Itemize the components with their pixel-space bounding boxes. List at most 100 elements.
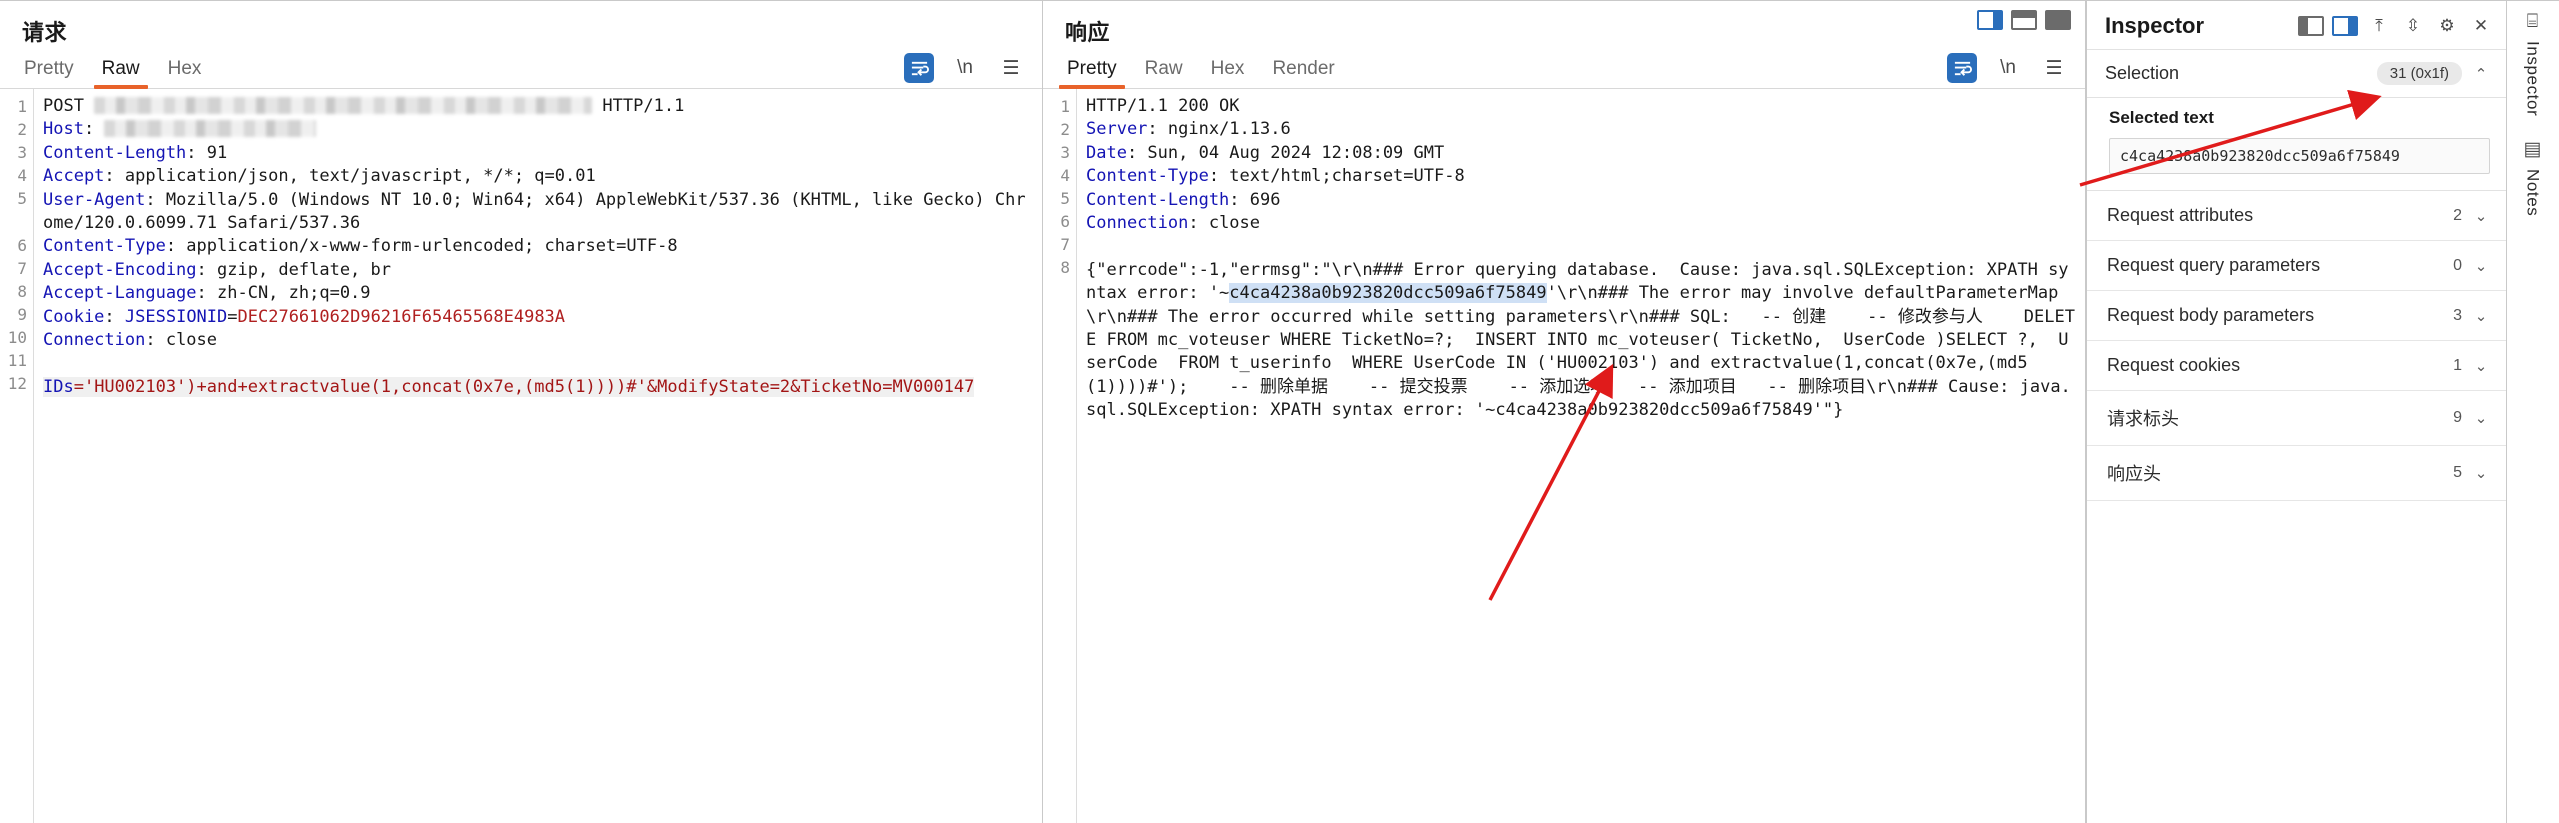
code-line: Content-Type: text/html;charset=UTF-8 xyxy=(1086,165,2077,188)
request-line-numbers: 123456789101112 xyxy=(0,89,34,823)
selected-text-title: Selected text xyxy=(2109,108,2490,128)
response-newline-icon[interactable]: \n xyxy=(1993,53,2023,83)
inspector-layout-right-icon[interactable] xyxy=(2332,16,2358,36)
request-editor[interactable]: 123456789101112 POST HTTP/1.1Host: Conte… xyxy=(0,89,1042,823)
line-number: 2 xyxy=(0,118,27,141)
code-line xyxy=(43,352,1034,375)
chevron-down-icon[interactable]: ⌄ xyxy=(2472,207,2490,225)
line-number: 1 xyxy=(1043,95,1070,118)
inspector-title: Inspector xyxy=(2105,13,2204,39)
chevron-down-icon[interactable]: ⌄ xyxy=(2472,409,2490,427)
line-number: 4 xyxy=(1043,164,1070,187)
vtab-inspector-label: Inspector xyxy=(2523,41,2543,116)
line-number: 9 xyxy=(0,303,27,326)
request-tabbar: Pretty Raw Hex \n ☰ xyxy=(0,51,1042,89)
inspector-row-label: Request attributes xyxy=(2107,205,2253,226)
selection-chevron-up-icon[interactable]: ⌃ xyxy=(2472,65,2490,83)
inspector-gear-icon[interactable]: ⚙ xyxy=(2434,13,2460,39)
inspector-collapse-all-icon[interactable]: ⤒ xyxy=(2366,13,2392,39)
line-number: 10 xyxy=(0,326,27,349)
inspector-expand-rows-icon[interactable]: ⇳ xyxy=(2400,13,2426,39)
inspector-row-request-attributes[interactable]: Request attributes 2 ⌄ xyxy=(2087,191,2506,241)
code-line: Content-Length: 91 xyxy=(43,142,1034,165)
inspector-selection-row[interactable]: Selection 31 (0x1f) ⌃ xyxy=(2087,50,2506,98)
chevron-down-icon[interactable]: ⌄ xyxy=(2472,464,2490,482)
code-line: Connection: close xyxy=(43,329,1034,352)
line-number: 12 xyxy=(0,372,27,395)
chevron-down-icon[interactable]: ⌄ xyxy=(2472,307,2490,325)
response-tab-render[interactable]: Render xyxy=(1258,54,1348,88)
notes-strip-icon: ▤ xyxy=(2524,138,2542,161)
vtab-notes-label: Notes xyxy=(2523,169,2543,216)
line-number: 8 xyxy=(0,280,27,303)
response-pretty-text[interactable]: HTTP/1.1 200 OKServer: nginx/1.13.6Date:… xyxy=(1077,89,2085,823)
response-word-wrap-icon[interactable] xyxy=(1947,53,1977,83)
line-number: 6 xyxy=(0,234,27,257)
request-word-wrap-icon[interactable] xyxy=(904,53,934,83)
response-tab-raw[interactable]: Raw xyxy=(1131,54,1197,88)
request-newline-icon[interactable]: \n xyxy=(950,53,980,83)
response-hamburger-menu-icon[interactable]: ☰ xyxy=(2039,53,2069,83)
code-line: Accept-Encoding: gzip, deflate, br xyxy=(43,259,1034,282)
inspector-row-count: 5 xyxy=(2444,464,2462,482)
inspector-row-response-headers[interactable]: 响应头 5 ⌄ xyxy=(2087,446,2506,501)
response-tab-hex[interactable]: Hex xyxy=(1197,54,1259,88)
line-number: 8 xyxy=(1043,256,1070,420)
response-line-numbers: 12345678 xyxy=(1043,89,1077,823)
right-vertical-tabstrip: ⌸ Inspector ▤ Notes xyxy=(2506,1,2558,823)
request-tab-pretty[interactable]: Pretty xyxy=(10,54,88,88)
inspector-row-request-query-parameters[interactable]: Request query parameters 0 ⌄ xyxy=(2087,241,2506,291)
selection-label: Selection xyxy=(2105,63,2179,84)
layout-split-vertical-icon[interactable] xyxy=(1977,10,2003,30)
request-tab-hex[interactable]: Hex xyxy=(154,54,216,88)
line-number: 2 xyxy=(1043,118,1070,141)
line-number: 4 xyxy=(0,164,27,187)
line-number: 7 xyxy=(0,257,27,280)
code-line: HTTP/1.1 200 OK xyxy=(1086,95,2077,118)
selection-length-badge: 31 (0x1f) xyxy=(2377,62,2462,85)
request-hamburger-menu-icon[interactable]: ☰ xyxy=(996,53,1026,83)
vtab-notes[interactable]: ▤ Notes xyxy=(2523,138,2543,216)
selected-text-value[interactable]: c4ca4238a0b923820dcc509a6f75849 xyxy=(2109,138,2490,174)
inspector-row-request-headers[interactable]: 请求标头 9 ⌄ xyxy=(2087,391,2506,446)
inspector-panel: Inspector ⤒ ⇳ ⚙ ✕ Selection 31 (0x1f) ⌃ … xyxy=(2086,1,2506,823)
code-line: {"errcode":-1,"errmsg":"\r\n### Error qu… xyxy=(1086,259,2077,423)
code-line: User-Agent: Mozilla/5.0 (Windows NT 10.0… xyxy=(43,189,1034,236)
inspector-layout-left-icon[interactable] xyxy=(2298,16,2324,36)
inspector-row-count: 1 xyxy=(2444,357,2462,375)
code-line: Server: nginx/1.13.6 xyxy=(1086,118,2077,141)
inspector-row-label: 响应头 xyxy=(2107,460,2161,486)
layout-stacked-icon[interactable] xyxy=(2011,10,2037,30)
chevron-down-icon[interactable]: ⌄ xyxy=(2472,357,2490,375)
code-line: Connection: close xyxy=(1086,212,2077,235)
code-line: Date: Sun, 04 Aug 2024 12:08:09 GMT xyxy=(1086,142,2077,165)
request-raw-text[interactable]: POST HTTP/1.1Host: Content-Length: 91Acc… xyxy=(34,89,1042,823)
inspector-row-count: 2 xyxy=(2444,207,2462,225)
chevron-down-icon[interactable]: ⌄ xyxy=(2472,257,2490,275)
line-number: 5 xyxy=(0,187,27,234)
code-line: IDs='HU002103')+and+extractvalue(1,conca… xyxy=(43,376,1034,399)
inspector-close-icon[interactable]: ✕ xyxy=(2468,13,2494,39)
inspector-row-request-cookies[interactable]: Request cookies 1 ⌄ xyxy=(2087,341,2506,391)
selected-text-section: Selected text c4ca4238a0b923820dcc509a6f… xyxy=(2087,98,2506,191)
response-tabbar: Pretty Raw Hex Render \n ☰ xyxy=(1043,51,2085,89)
response-tab-tools: \n ☰ xyxy=(1947,53,2069,83)
inspector-strip-icon: ⌸ xyxy=(2527,11,2538,33)
code-line: Content-Length: 696 xyxy=(1086,189,2077,212)
inspector-row-label: Request body parameters xyxy=(2107,305,2314,326)
inspector-row-label: Request query parameters xyxy=(2107,255,2320,276)
response-editor[interactable]: 12345678 HTTP/1.1 200 OKServer: nginx/1.… xyxy=(1043,89,2085,823)
code-line: Cookie: JSESSIONID=DEC27661062D96216F654… xyxy=(43,306,1034,329)
burp-message-editor-window: 请求 Pretty Raw Hex \n ☰ 123 xyxy=(0,0,2559,823)
layout-toggle-group xyxy=(1977,10,2071,30)
code-line: POST HTTP/1.1 xyxy=(43,95,1034,118)
request-panel-title: 请求 xyxy=(0,1,1042,51)
layout-single-icon[interactable] xyxy=(2045,10,2071,30)
redacted-text xyxy=(94,97,592,114)
request-tab-raw[interactable]: Raw xyxy=(88,54,154,88)
inspector-row-request-body-parameters[interactable]: Request body parameters 3 ⌄ xyxy=(2087,291,2506,341)
code-line xyxy=(1086,235,2077,258)
vtab-inspector[interactable]: ⌸ Inspector xyxy=(2523,11,2543,116)
inspector-row-label: Request cookies xyxy=(2107,355,2240,376)
response-tab-pretty[interactable]: Pretty xyxy=(1053,54,1131,88)
